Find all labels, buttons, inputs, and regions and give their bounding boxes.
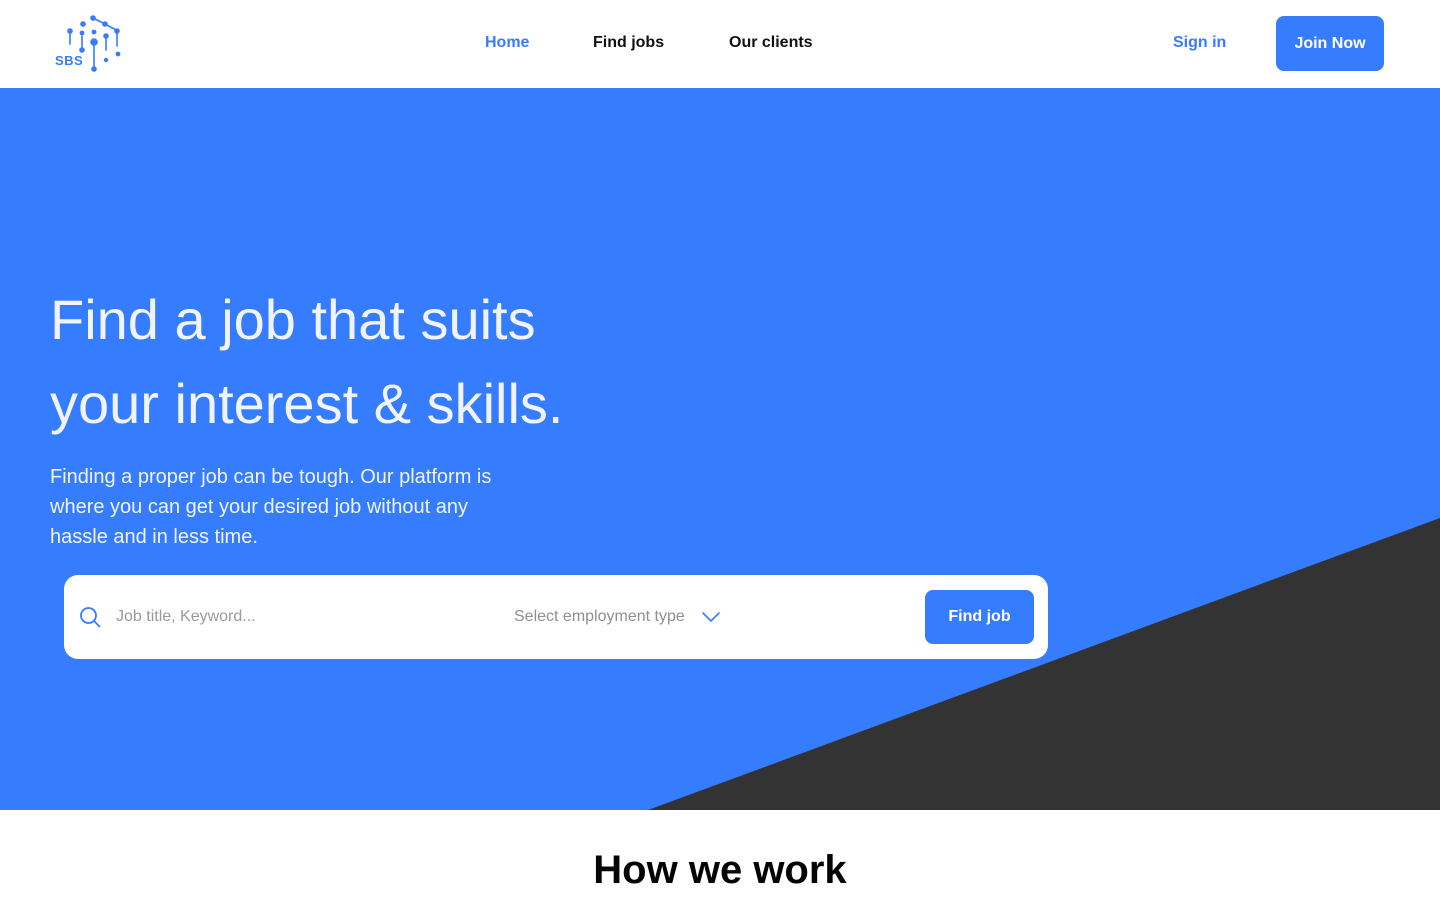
hero-title: Find a job that suits your interest & sk… [50, 278, 750, 446]
chevron-down-icon [702, 612, 720, 622]
hero-title-line-1: Find a job that suits [50, 288, 536, 351]
join-now-button[interactable]: Join Now [1276, 16, 1384, 71]
job-keyword-input[interactable] [116, 598, 476, 636]
employment-type-select[interactable]: Select employment type [514, 598, 734, 636]
nav-home-link[interactable]: Home [485, 34, 529, 52]
main-nav: Home Find jobs Our clients Sign in [0, 0, 1440, 88]
hero-subtitle: Finding a proper job can be tough. Our p… [50, 466, 492, 548]
how-we-work-heading: How we work [593, 848, 847, 892]
sign-in-link[interactable]: Sign in [1173, 34, 1226, 52]
hero-dark-triangle-shape [648, 518, 1440, 810]
hero-title-line-2: your interest & skills. [50, 372, 564, 435]
find-job-button[interactable]: Find job [925, 590, 1034, 644]
site-header: SBS Home Find jobs Our clients Sign in J… [0, 0, 1440, 88]
employment-type-label: Select employment type [514, 608, 685, 625]
nav-our-clients-link[interactable]: Our clients [729, 34, 813, 52]
hero-section: Find a job that suits your interest & sk… [0, 88, 1440, 810]
nav-find-jobs-link[interactable]: Find jobs [593, 34, 664, 52]
search-icon[interactable] [79, 606, 101, 628]
